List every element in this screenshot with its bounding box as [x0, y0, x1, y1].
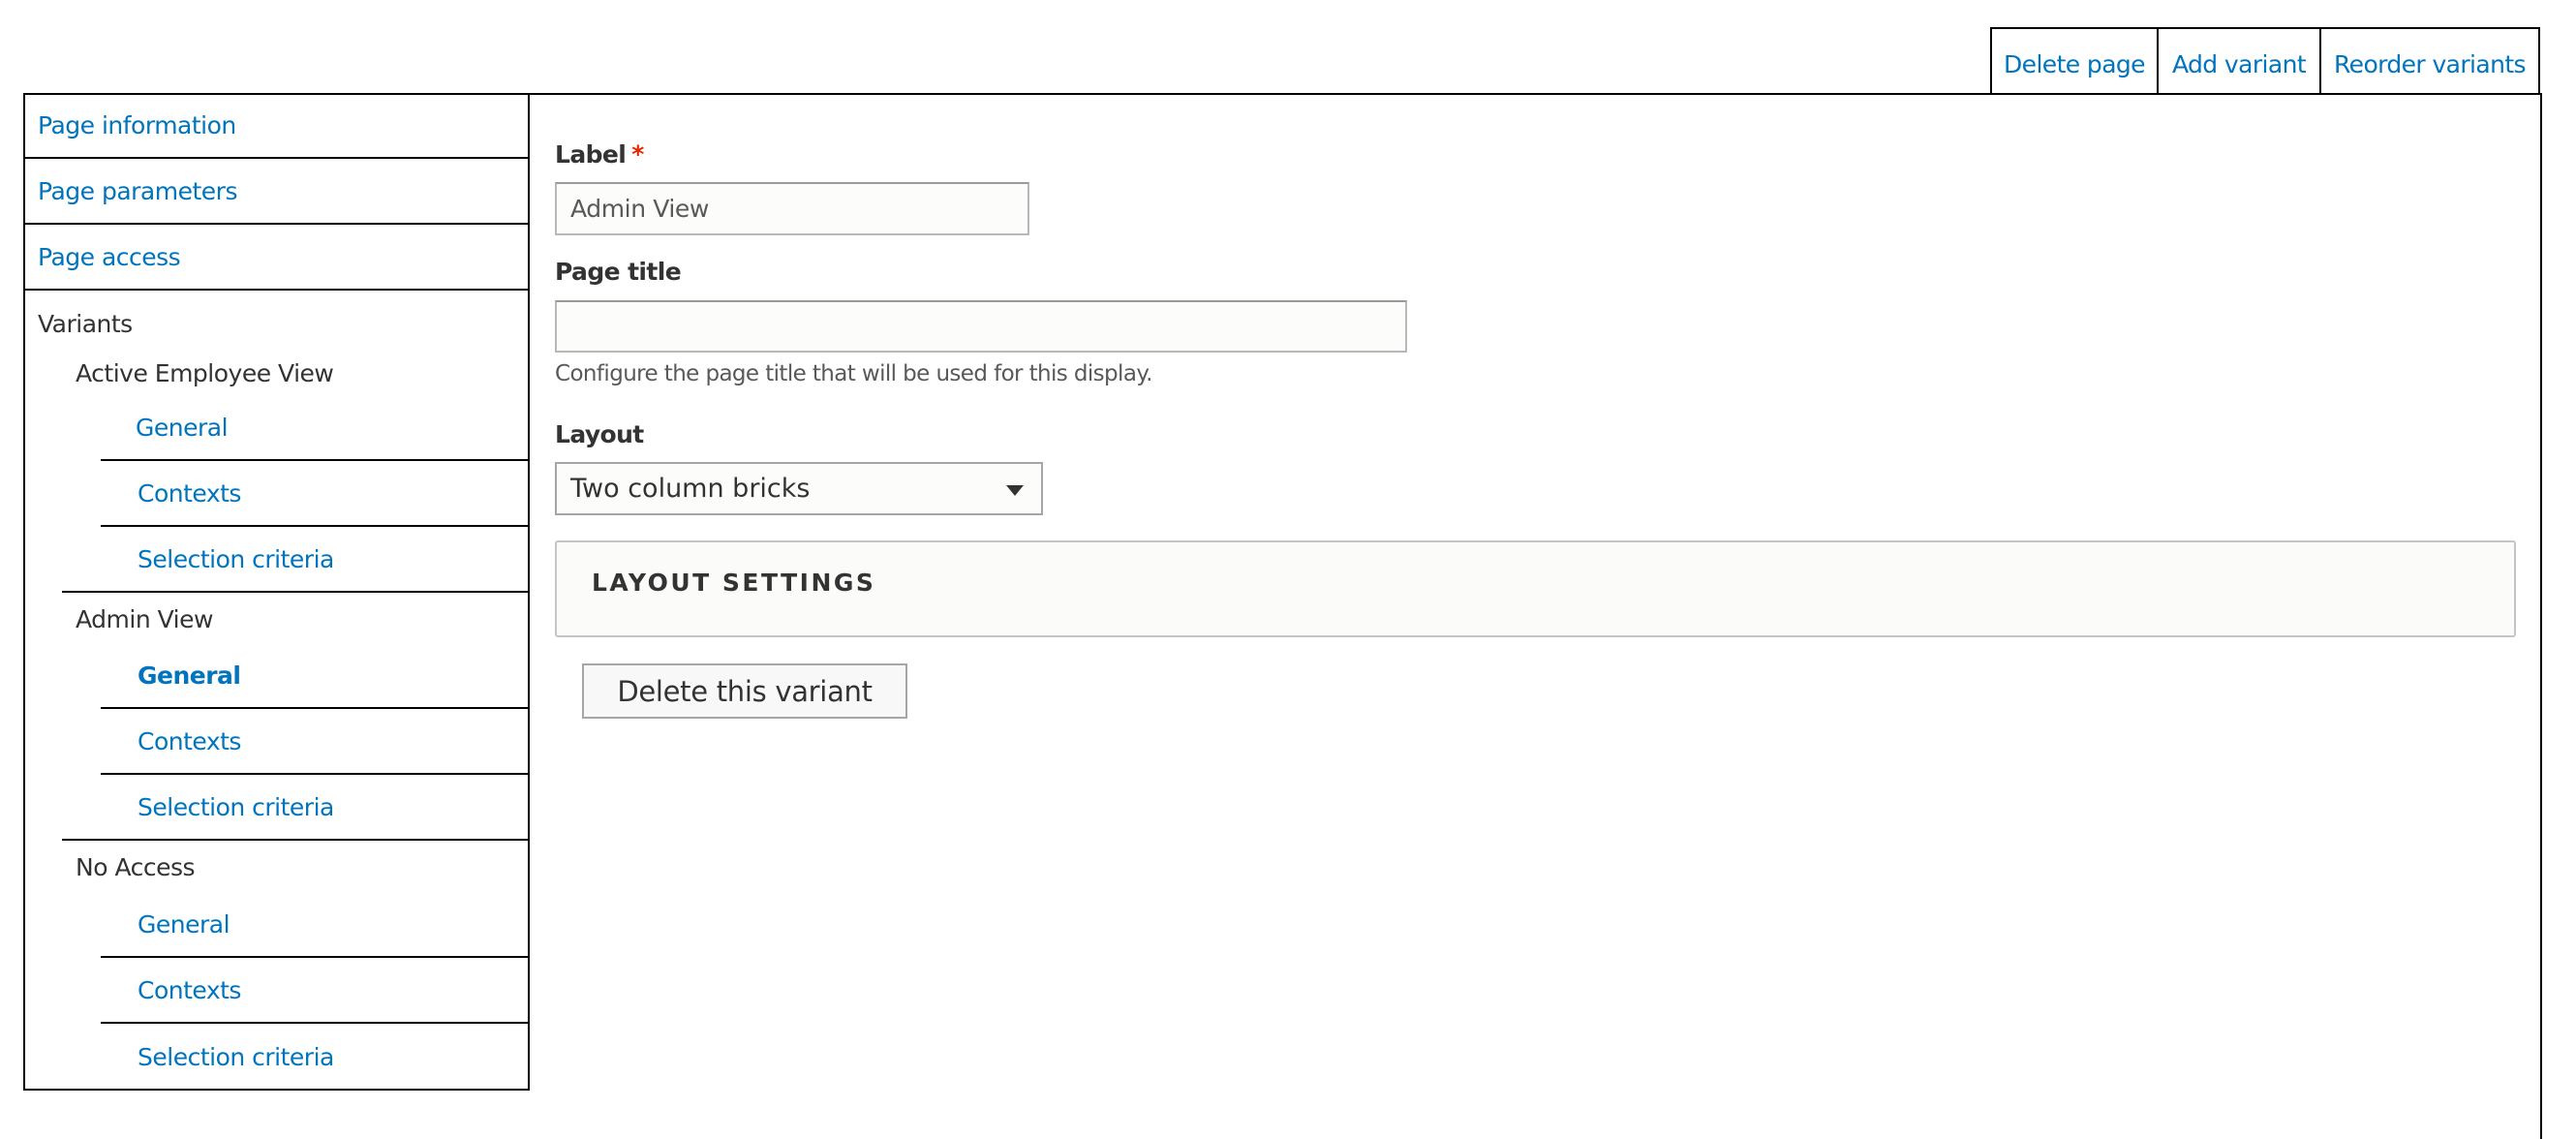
label-input[interactable]: Admin View — [555, 182, 1029, 235]
sidebar-item-selection-criteria[interactable]: Selection criteria — [25, 1024, 528, 1090]
sidebar-item-contexts[interactable]: Contexts — [101, 958, 528, 1024]
variant-name: No Access — [76, 853, 196, 881]
required-marker: * — [631, 140, 644, 169]
sidebar-item-page-parameters[interactable]: Page parameters — [25, 159, 528, 225]
sidebar-item-selection-criteria[interactable]: Selection criteria — [62, 527, 528, 593]
label-text: Label — [555, 140, 627, 169]
layout-select-value: Two column bricks — [570, 474, 811, 504]
sidebar-item-contexts[interactable]: Contexts — [101, 709, 528, 775]
variant-actions: Delete page Add variant Reorder variants — [1990, 27, 2540, 94]
label-input-value: Admin View — [570, 195, 709, 223]
layout-label: Layout — [555, 420, 644, 448]
variant-name: Active Employee View — [76, 359, 334, 387]
page-title-label: Page title — [555, 258, 682, 286]
delete-page-link[interactable]: Delete page — [1992, 29, 2157, 94]
layout-settings-summary[interactable]: Layout settings — [592, 569, 875, 597]
variants-heading: Variants — [38, 310, 133, 338]
sidebar-item-general[interactable]: General — [101, 395, 528, 461]
dropdown-arrow-icon — [1006, 485, 1024, 496]
reorder-variants-link[interactable]: Reorder variants — [2319, 29, 2538, 94]
layout-select[interactable]: Two column bricks — [555, 462, 1043, 515]
sidebar-item-contexts[interactable]: Contexts — [101, 461, 528, 527]
label-field-label: Label * — [555, 140, 644, 169]
layout-settings-details: Layout settings — [555, 540, 2516, 637]
page-title-input[interactable] — [555, 300, 1407, 353]
sidebar-item-general-active[interactable]: General — [101, 643, 528, 709]
page-manager-sidebar: Page information Page parameters Page ac… — [23, 93, 530, 1091]
sidebar-item-page-access[interactable]: Page access — [25, 225, 528, 291]
delete-variant-button[interactable]: Delete this variant — [582, 663, 907, 719]
sidebar-item-general[interactable]: General — [101, 892, 528, 958]
sidebar-item-page-information[interactable]: Page information — [25, 93, 528, 159]
sidebar-item-selection-criteria[interactable]: Selection criteria — [62, 775, 528, 841]
add-variant-link[interactable]: Add variant — [2157, 29, 2319, 94]
variant-name: Admin View — [76, 605, 213, 633]
page-title-description: Configure the page title that will be us… — [555, 361, 1152, 386]
